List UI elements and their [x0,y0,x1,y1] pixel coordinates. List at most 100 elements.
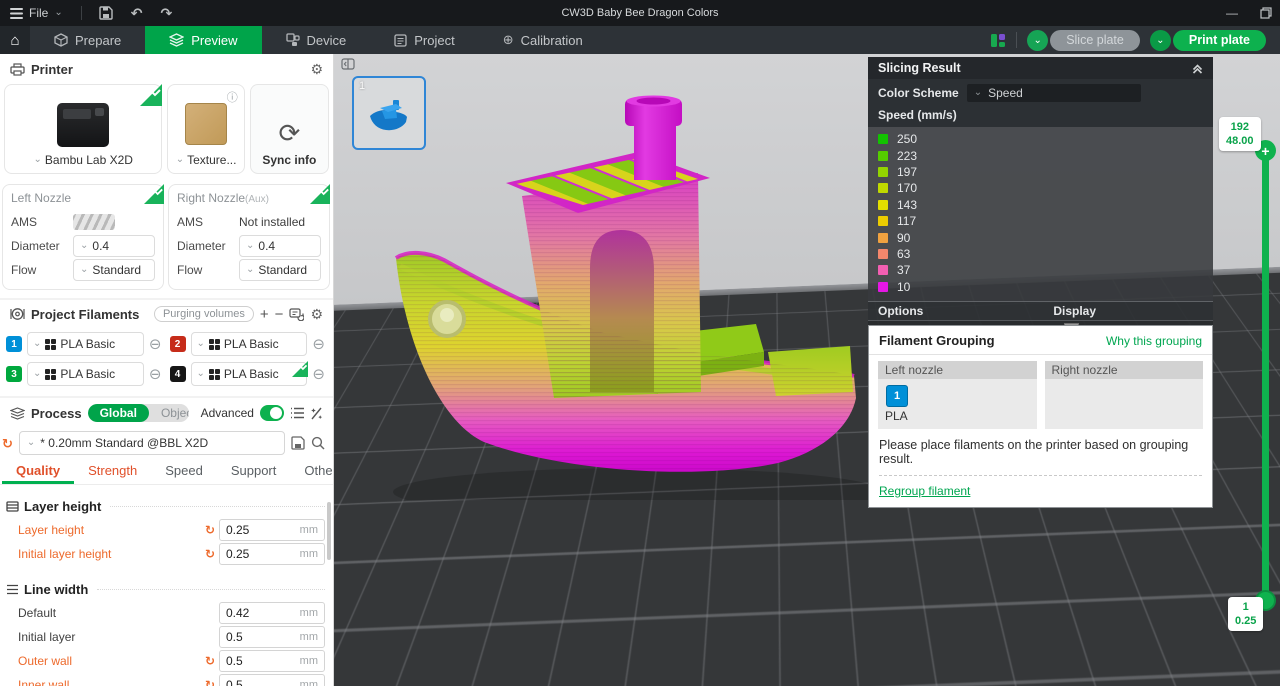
layer-stack-icon[interactable] [1254,658,1274,676]
tab-device[interactable]: Device [262,26,371,54]
add-filament-button[interactable]: + [260,307,269,322]
setting-input[interactable]: 0.42 mm [219,602,325,624]
reset-icon[interactable]: ↻ [205,678,219,686]
ams-sync-icon[interactable] [289,308,304,321]
scope-objects[interactable]: Objects [149,404,189,422]
printer-card[interactable]: ⌄Bambu Lab X2D [4,84,162,174]
reset-icon[interactable]: ↻ [205,547,219,561]
layer-slider-track[interactable] [1262,150,1269,602]
arrange-plate-icon[interactable] [990,33,1006,48]
parameter-list-icon[interactable] [290,407,304,419]
undo-icon[interactable]: ↶ [122,6,152,20]
tab-support[interactable]: Support [217,463,291,484]
filament-settings-gear-icon[interactable]: ⚙ [310,307,323,321]
minus-circle-icon[interactable]: ⊖ [312,335,325,353]
setting-input[interactable]: 0.5 mm [219,674,325,686]
benchy-model[interactable] [383,80,883,500]
file-menu[interactable]: File ⌄ [0,6,73,20]
printer-settings-gear-icon[interactable]: ⚙ [310,62,323,76]
filament-select[interactable]: ⌄ PLA Basic [27,362,144,386]
setting-value: 0.5 [226,678,300,686]
search-icon[interactable] [311,436,325,450]
reset-icon[interactable]: ↻ [205,654,219,668]
reset-icon[interactable]: ↻ [205,523,219,537]
remove-filament-button[interactable]: − [275,307,284,322]
ams-slots-icon[interactable] [73,214,115,230]
tab-quality[interactable]: Quality [2,463,74,484]
svg-text:z: z [374,594,379,604]
brand-logo-icon [45,339,56,350]
purging-volumes-button[interactable]: Purging volumes [154,306,254,322]
process-header: Process Global Objects Advanced [0,396,333,428]
regroup-filament-link[interactable]: Regroup filament [879,484,970,498]
home-button[interactable]: ⌂ [0,26,30,54]
slice-plate-button[interactable]: Slice plate [1050,30,1140,51]
minus-circle-icon[interactable]: ⊖ [149,335,162,353]
layer-top-value: 192 [1226,120,1254,134]
tab-others[interactable]: Others [290,463,334,484]
customize-icon[interactable] [310,407,323,420]
view-cube[interactable]: Front z x y [352,592,448,684]
advanced-toggle[interactable] [260,405,284,421]
print-plate-button[interactable]: Print plate [1173,30,1266,51]
selected-check-icon [310,184,330,204]
collapse-panel-icon[interactable] [1192,63,1203,74]
advanced-label: Advanced [201,406,254,420]
left-flow-select[interactable]: ⌄Standard [73,259,155,281]
tab-speed[interactable]: Speed [151,463,217,484]
tab-calibration[interactable]: ⊕ Calibration [479,26,607,54]
legend-swatch [878,282,888,292]
minus-circle-icon[interactable]: ⊖ [149,365,162,383]
right-flow-select[interactable]: ⌄Standard [239,259,321,281]
sync-label: Sync info [262,153,316,167]
info-icon[interactable]: ⓘ [227,89,238,105]
filament-index-badge: 2 [170,336,186,352]
section-title: Layer height [24,499,101,514]
setting-value: 0.25 [226,547,300,561]
right-diameter-select[interactable]: ⌄0.4 [239,235,321,257]
tab-label: Preview [191,33,237,48]
redo-icon[interactable]: ↷ [151,6,181,20]
tab-prepare[interactable]: Prepare [30,26,145,54]
color-scheme-select[interactable]: ⌄ Speed [967,84,1141,102]
setting-value: 0.5 [226,630,300,644]
settings-list: Layer height Layer height ↻ 0.25 mm Init… [0,485,333,686]
collapse-thumbnails-icon[interactable] [341,58,355,70]
tab-project[interactable]: Project [370,26,478,54]
filament-select[interactable]: ⌄ PLA Basic [27,332,144,356]
focus-view-button[interactable] [450,648,483,681]
minus-circle-icon[interactable]: ⊖ [312,365,325,383]
filament-index-badge: 4 [170,366,186,382]
preset-select[interactable]: ⌄ * 0.20mm Standard @BBL X2D [19,431,285,455]
filaments-section-title: Project Filaments [31,307,139,322]
slice-dropdown-button[interactable]: ⌄ [1027,30,1048,51]
layer-height-section: Layer height [6,499,325,514]
filament-select[interactable]: ⌄ PLA Basic [191,362,308,386]
settings-tabs: Quality Strength Speed Support Others [0,458,333,485]
setting-input[interactable]: 0.25 mm [219,519,325,541]
why-grouping-link[interactable]: Why this grouping [1106,334,1202,348]
sync-info-button[interactable]: ⟳ Sync info [250,84,329,174]
save-icon[interactable] [90,6,122,20]
step-slider[interactable] [538,663,1064,675]
left-diameter-select[interactable]: ⌄0.4 [73,235,155,257]
build-plate-card[interactable]: ⓘ ⌄Texture... [167,84,244,174]
print-dropdown-button[interactable]: ⌄ [1150,30,1171,51]
layer-top-tooltip: 192 48.00 [1219,117,1261,151]
plate-thumbnail[interactable]: 1 [352,76,426,150]
minimize-button[interactable]: — [1226,6,1238,20]
scope-global[interactable]: Global [88,404,149,422]
setting-unit: mm [300,679,318,686]
setting-unit: mm [300,631,318,643]
setting-input[interactable]: 0.25 mm [219,543,325,565]
setting-input[interactable]: 0.5 mm [219,650,325,672]
reset-preset-icon[interactable]: ↻ [2,437,13,450]
tab-preview[interactable]: Preview [145,26,261,54]
filament-select[interactable]: ⌄ PLA Basic [191,332,308,356]
tab-strength[interactable]: Strength [74,463,151,484]
sidebar-scrollbar[interactable] [327,502,331,560]
step-slider-handle[interactable] [844,658,862,676]
restore-button[interactable] [1260,7,1272,19]
save-preset-icon[interactable] [291,436,305,450]
setting-input[interactable]: 0.5 mm [219,626,325,648]
